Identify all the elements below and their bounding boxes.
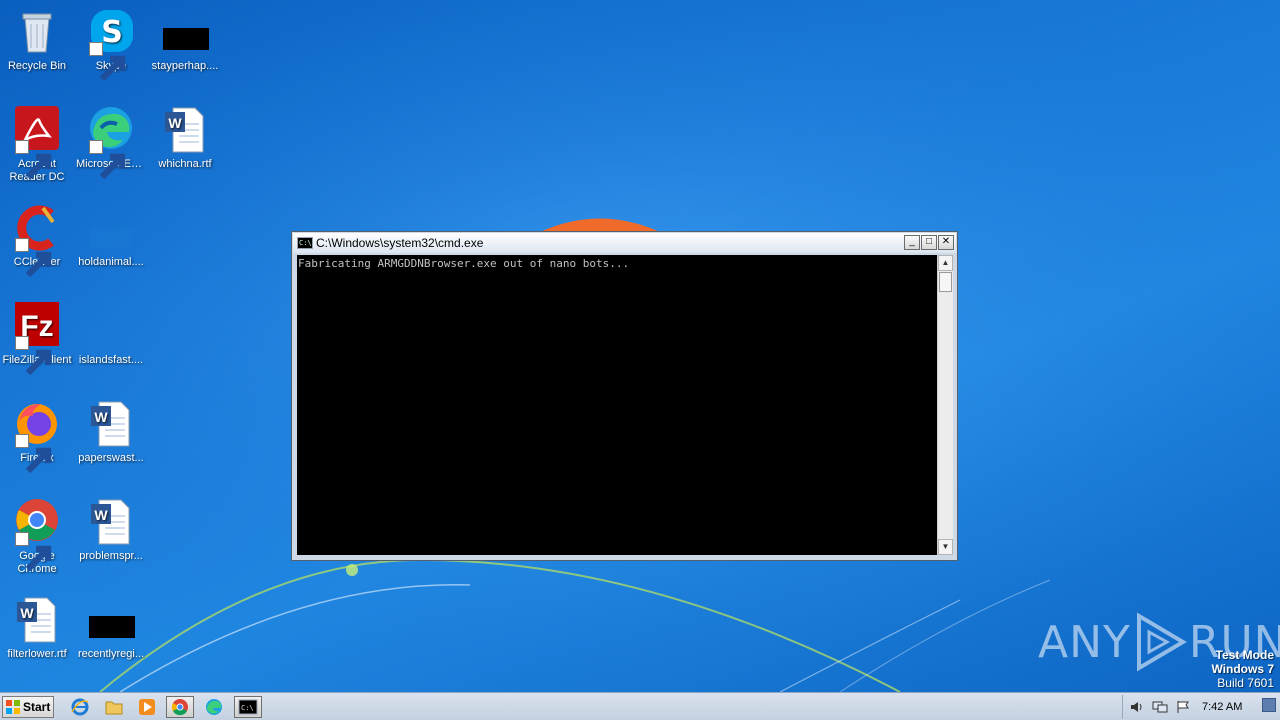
edge-icon — [87, 106, 135, 180]
desktop-icon-firefox[interactable]: Firefox — [0, 400, 74, 474]
os-label: Windows 7 — [1211, 662, 1274, 676]
minimize-button[interactable]: _ — [904, 235, 920, 250]
desktop-icon-label: recentlyregi... — [77, 648, 145, 660]
svg-text:W: W — [168, 115, 182, 131]
window-controls: _ □ ✕ — [904, 235, 954, 250]
redacted-file-icon — [87, 596, 135, 644]
cmd-window[interactable]: C:\ C:\Windows\system32\cmd.exe _ □ ✕ Fa… — [291, 231, 958, 561]
desktop-icon-label: problemspr... — [79, 550, 143, 562]
system-tray: 7:42 AM — [1122, 695, 1280, 719]
desktop-icon-stayperhap[interactable]: stayperhap.... — [148, 8, 222, 73]
start-button[interactable]: Start — [2, 696, 54, 718]
internet-explorer-icon[interactable] — [66, 696, 94, 718]
desktop-icon-problemspr[interactable]: W problemspr... — [74, 498, 148, 563]
scroll-thumb[interactable] — [939, 272, 952, 292]
cmd-icon[interactable]: C:\ — [234, 696, 262, 718]
show-desktop-button[interactable] — [1262, 698, 1276, 712]
windows-logo-icon — [6, 700, 20, 714]
desktop-icon-label: stayperhap.... — [151, 60, 219, 72]
desktop-icon-acrobat[interactable]: Acrobat Reader DC — [0, 106, 74, 184]
desktop-icon-ccleaner[interactable]: CCleaner — [0, 204, 74, 278]
test-mode-notice: Test Mode Windows 7 Build 7601 — [1211, 648, 1274, 690]
file-explorer-icon[interactable] — [100, 696, 128, 718]
action-center-flag-icon[interactable] — [1174, 699, 1192, 715]
blank-file-icon — [87, 204, 135, 252]
filezilla-icon: Fz — [13, 302, 61, 376]
word-document-icon: W — [87, 498, 135, 546]
shortcut-arrow-icon — [15, 532, 52, 572]
desktop-icon-islandsfast[interactable]: islandsfast.... — [74, 302, 148, 367]
cmd-icon: C:\ — [297, 237, 313, 249]
redacted-file-icon — [161, 8, 209, 56]
shortcut-arrow-icon — [15, 238, 52, 278]
shortcut-arrow-icon — [15, 434, 52, 474]
desktop-icon-recycle-bin[interactable]: Recycle Bin — [0, 8, 74, 73]
desktop-icon-paperswast[interactable]: W paperswast... — [74, 400, 148, 465]
shortcut-arrow-icon — [15, 140, 52, 180]
word-document-icon: W — [13, 596, 61, 644]
vertical-scrollbar[interactable]: ▲ ▼ — [937, 255, 953, 555]
desktop-icon-edge[interactable]: Microsoft Edge — [74, 106, 148, 180]
desktop-icon-label: filterlower.rtf — [7, 648, 67, 660]
word-document-icon: W — [161, 106, 209, 154]
shortcut-arrow-icon — [89, 42, 126, 82]
desktop-icon-label: holdanimal.... — [78, 256, 144, 268]
network-icon[interactable] — [1151, 699, 1169, 715]
taskbar-clock[interactable]: 7:42 AM — [1202, 701, 1242, 713]
scroll-down-arrow-icon[interactable]: ▼ — [938, 539, 953, 555]
firefox-icon — [13, 400, 61, 474]
chrome-icon — [13, 498, 61, 572]
shortcut-arrow-icon — [89, 140, 126, 180]
desktop-icon-label: whichna.rtf — [158, 158, 212, 170]
close-button[interactable]: ✕ — [938, 235, 954, 250]
play-logo-icon — [1136, 612, 1187, 672]
chrome-icon[interactable] — [166, 696, 194, 718]
svg-text:W: W — [20, 605, 34, 621]
svg-text:W: W — [94, 507, 108, 523]
skype-icon: S — [87, 8, 135, 82]
desktop-icon-whichna[interactable]: W whichna.rtf — [148, 106, 222, 171]
desktop-icon-filezilla[interactable]: Fz FileZilla Client — [0, 302, 74, 376]
desktop-icon-label: paperswast... — [78, 452, 144, 464]
media-player-icon[interactable] — [133, 696, 161, 718]
ccleaner-icon — [13, 204, 61, 278]
desktop-icon-label: islandsfast.... — [78, 354, 144, 366]
desktop-icon-chrome[interactable]: Google Chrome — [0, 498, 74, 576]
build-label: Build 7601 — [1217, 676, 1274, 690]
recycle-bin-icon — [13, 8, 61, 56]
desktop-icon-recentlyregi[interactable]: recentlyregi... — [74, 596, 148, 661]
console-output[interactable]: Fabricating ARMGDDNBrowser.exe out of na… — [297, 255, 937, 555]
acrobat-icon — [13, 106, 61, 180]
word-document-icon: W — [87, 400, 135, 448]
speaker-icon[interactable] — [1128, 699, 1146, 715]
desktop-icon-skype[interactable]: S Skype — [74, 8, 148, 82]
watermark-left: ANY — [1038, 616, 1131, 668]
desktop-icon-label: Recycle Bin — [7, 60, 67, 72]
desktop-icon-filterlower[interactable]: W filterlower.rtf — [0, 596, 74, 661]
cmd-window-title: C:\Windows\system32\cmd.exe — [316, 236, 484, 250]
maximize-button[interactable]: □ — [921, 235, 937, 250]
start-label: Start — [23, 700, 51, 714]
svg-text:W: W — [94, 409, 108, 425]
edge-icon[interactable] — [200, 696, 228, 718]
test-mode-label: Test Mode — [1215, 648, 1274, 662]
desktop-icon-holdanimal[interactable]: holdanimal.... — [74, 204, 148, 269]
cmd-titlebar[interactable]: C:\ C:\Windows\system32\cmd.exe _ □ ✕ — [293, 233, 956, 253]
taskbar: Start C:\ 7:42 AM — [0, 692, 1280, 720]
shortcut-arrow-icon — [15, 336, 52, 376]
svg-text:C:\: C:\ — [241, 704, 254, 712]
blank-file-icon — [87, 302, 135, 350]
scroll-up-arrow-icon[interactable]: ▲ — [938, 255, 953, 271]
